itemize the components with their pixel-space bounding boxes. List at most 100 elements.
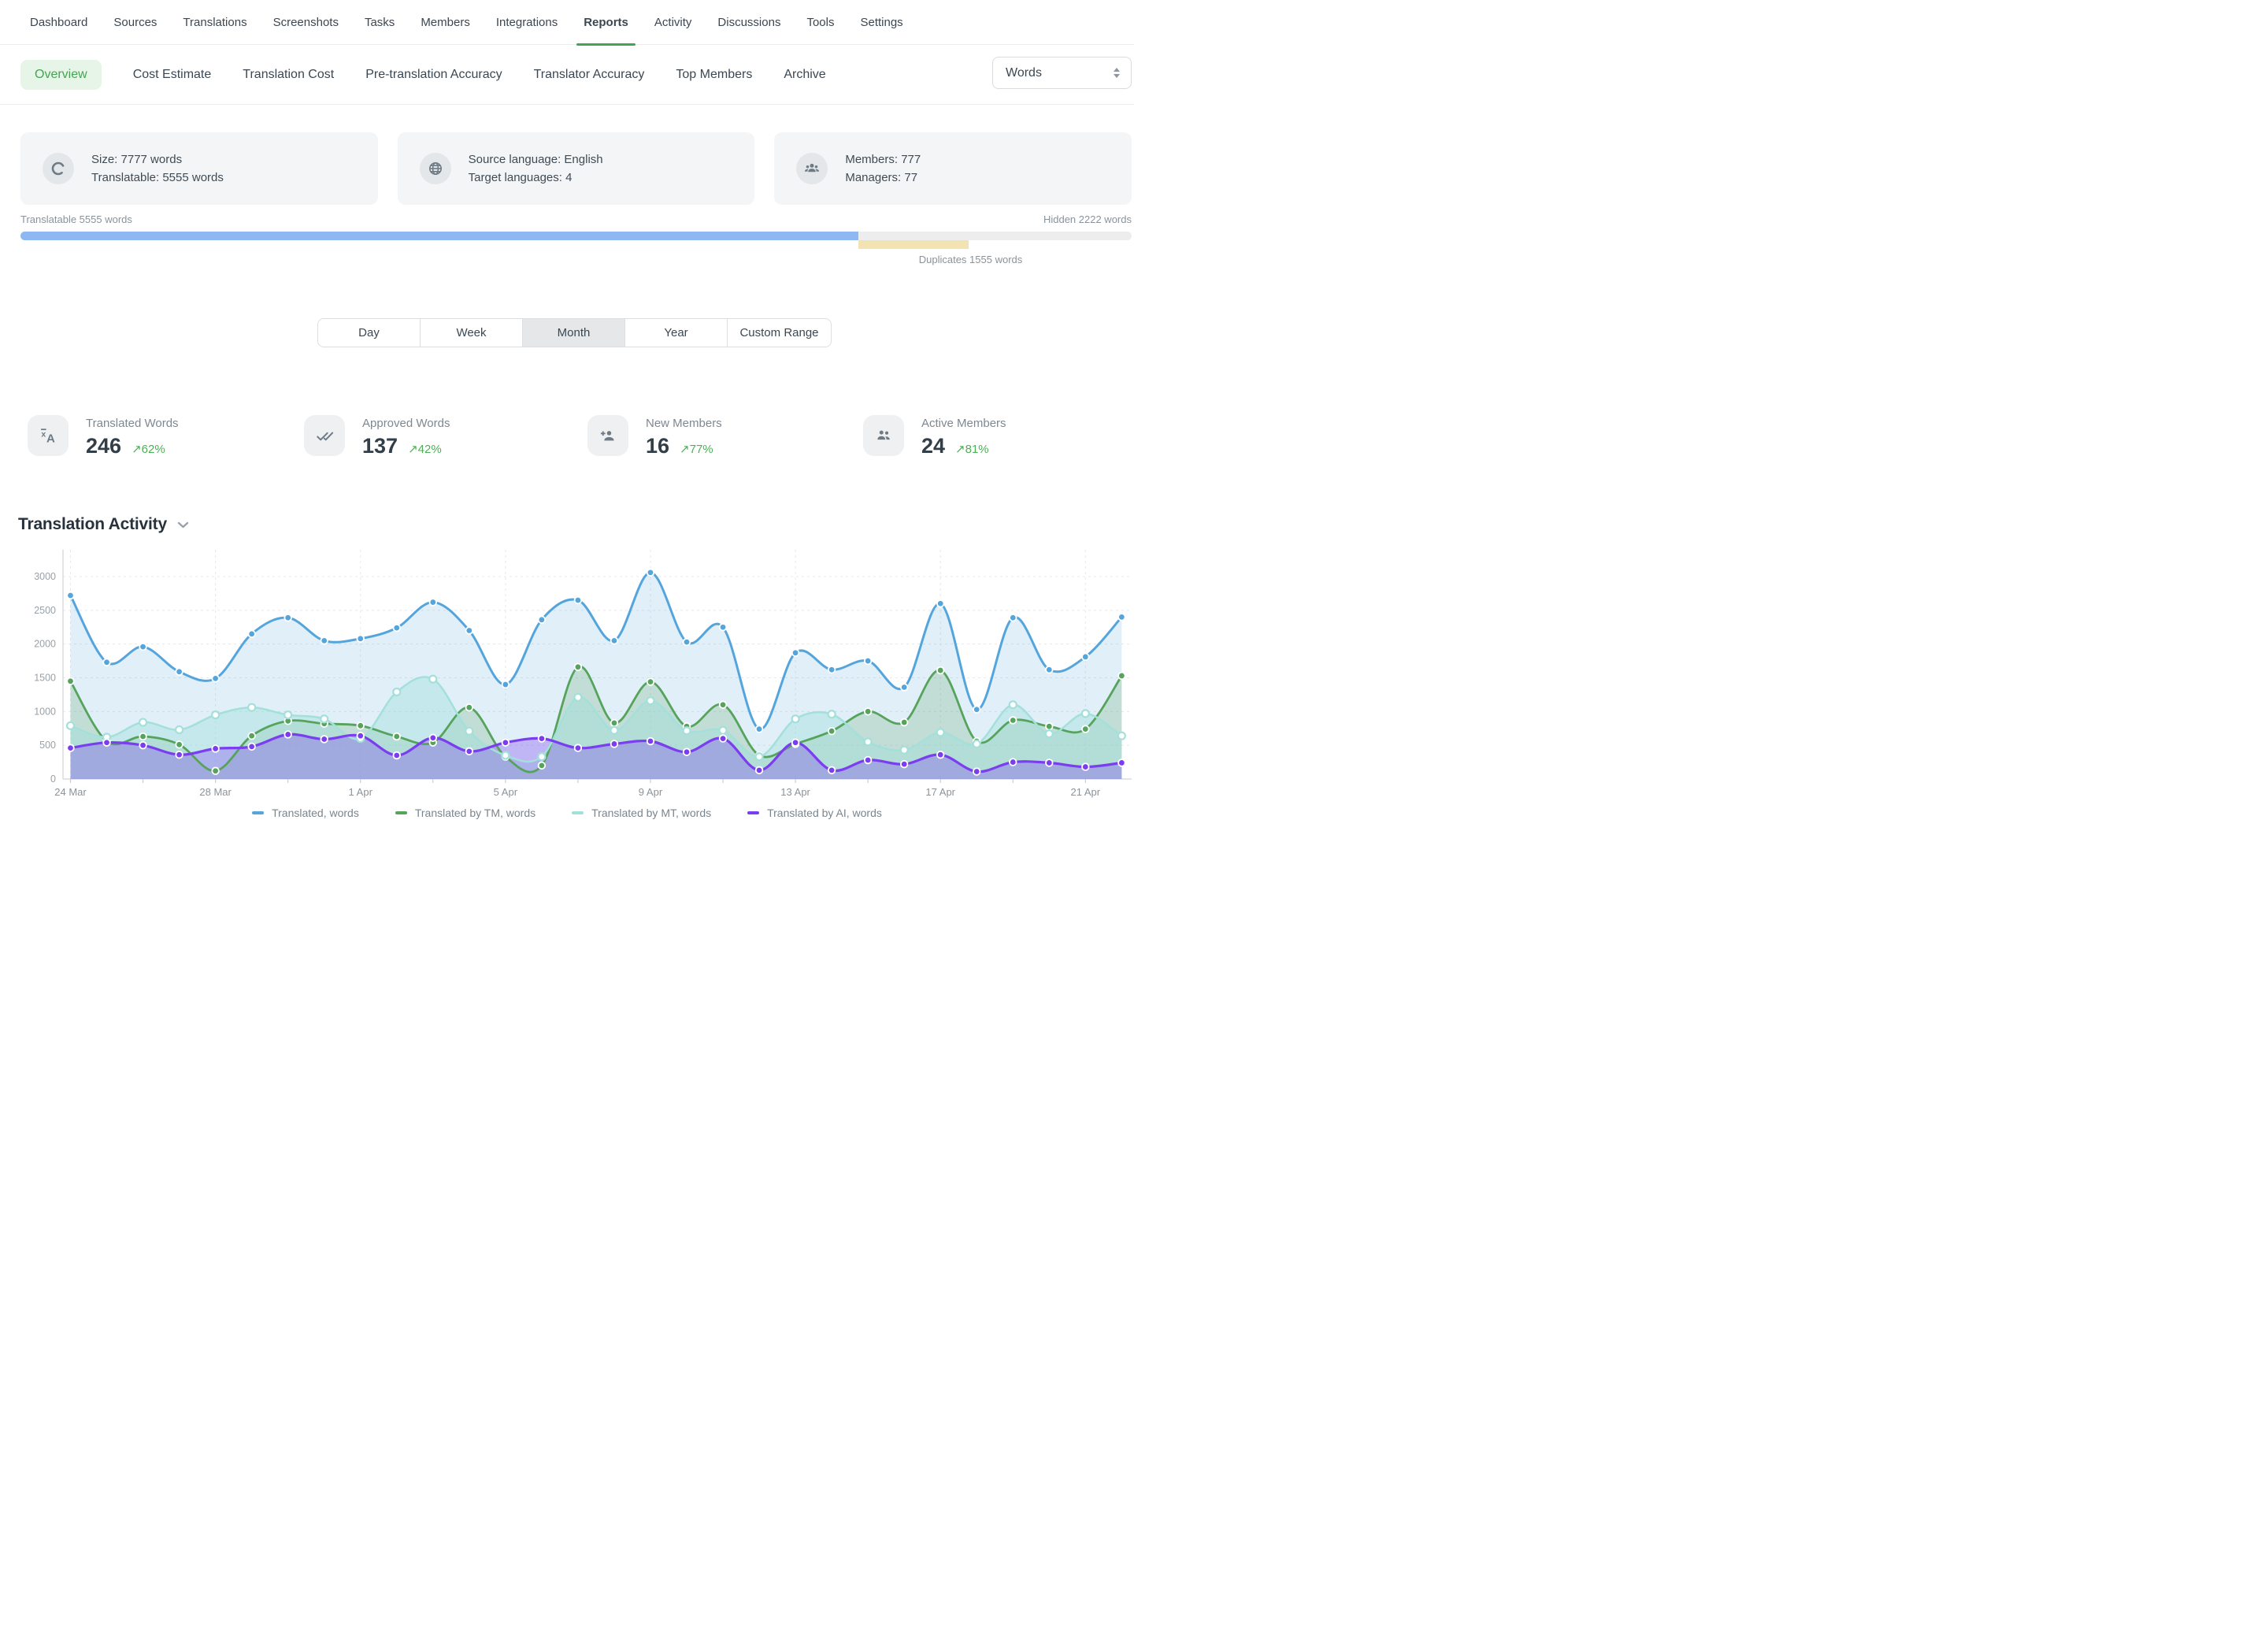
data-point[interactable] (1010, 614, 1017, 621)
data-point[interactable] (212, 767, 219, 774)
data-point[interactable] (393, 752, 400, 759)
subnav-item-cost-estimate[interactable]: Cost Estimate (133, 68, 212, 82)
legend-item-translated-by-mt-words[interactable]: Translated by MT, words (572, 807, 711, 819)
data-point[interactable] (1118, 614, 1125, 621)
data-point[interactable] (1010, 717, 1017, 724)
data-point[interactable] (865, 757, 872, 764)
data-point[interactable] (248, 733, 255, 740)
data-point[interactable] (575, 744, 582, 751)
data-point[interactable] (176, 741, 183, 748)
data-point[interactable] (574, 694, 581, 701)
range-tab-month[interactable]: Month (522, 318, 625, 347)
data-point[interactable] (67, 592, 74, 599)
data-point[interactable] (792, 739, 799, 746)
data-point[interactable] (357, 636, 364, 643)
data-point[interactable] (321, 637, 328, 644)
data-point[interactable] (176, 751, 183, 759)
range-tab-year[interactable]: Year (624, 318, 728, 347)
data-point[interactable] (539, 762, 546, 770)
data-point[interactable] (212, 675, 219, 682)
data-point[interactable] (466, 627, 473, 634)
range-tab-week[interactable]: Week (420, 318, 523, 347)
data-point[interactable] (466, 704, 473, 711)
subnav-item-translator-accuracy[interactable]: Translator Accuracy (534, 68, 645, 82)
data-point[interactable] (792, 650, 799, 657)
data-point[interactable] (538, 753, 545, 760)
data-point[interactable] (865, 658, 872, 665)
subnav-item-pre-translation-accuracy[interactable]: Pre-translation Accuracy (365, 68, 502, 82)
nav-item-discussions[interactable]: Discussions (715, 0, 783, 45)
data-point[interactable] (1118, 673, 1125, 680)
legend-item-translated-by-ai-words[interactable]: Translated by AI, words (747, 807, 882, 819)
data-point[interactable] (611, 637, 618, 644)
data-point[interactable] (973, 768, 980, 775)
subnav-item-top-members[interactable]: Top Members (676, 68, 752, 82)
data-point[interactable] (684, 639, 691, 646)
data-point[interactable] (139, 719, 146, 726)
data-point[interactable] (1010, 701, 1017, 708)
data-point[interactable] (103, 658, 110, 666)
data-point[interactable] (1118, 759, 1125, 766)
data-point[interactable] (284, 731, 291, 738)
data-point[interactable] (139, 733, 146, 740)
data-point[interactable] (248, 704, 255, 711)
data-point[interactable] (430, 599, 437, 606)
data-point[interactable] (465, 728, 472, 735)
data-point[interactable] (321, 736, 328, 743)
data-point[interactable] (284, 614, 291, 621)
data-point[interactable] (647, 678, 654, 685)
range-tab-custom-range[interactable]: Custom Range (727, 318, 832, 347)
data-point[interactable] (539, 735, 546, 742)
data-point[interactable] (720, 727, 727, 734)
data-point[interactable] (430, 734, 437, 741)
data-point[interactable] (610, 727, 617, 734)
data-point[interactable] (575, 663, 582, 670)
data-point[interactable] (393, 688, 400, 696)
data-point[interactable] (611, 740, 618, 747)
data-point[interactable] (1010, 759, 1017, 766)
data-point[interactable] (67, 722, 74, 729)
nav-item-tools[interactable]: Tools (804, 0, 836, 45)
data-point[interactable] (357, 733, 364, 740)
data-point[interactable] (67, 744, 74, 751)
legend-item-translated-by-tm-words[interactable]: Translated by TM, words (395, 807, 536, 819)
nav-item-members[interactable]: Members (418, 0, 472, 45)
subnav-item-translation-cost[interactable]: Translation Cost (243, 68, 334, 82)
data-point[interactable] (901, 684, 908, 691)
subnav-item-archive[interactable]: Archive (784, 68, 825, 82)
data-point[interactable] (212, 711, 219, 718)
data-point[interactable] (828, 666, 836, 673)
subnav-item-overview[interactable]: Overview (20, 60, 102, 90)
data-point[interactable] (684, 748, 691, 755)
data-point[interactable] (1082, 710, 1089, 717)
data-point[interactable] (1082, 654, 1089, 661)
data-point[interactable] (1082, 763, 1089, 770)
data-point[interactable] (973, 706, 980, 713)
range-tab-day[interactable]: Day (317, 318, 421, 347)
legend-item-translated-words[interactable]: Translated, words (252, 807, 359, 819)
data-point[interactable] (248, 744, 255, 751)
data-point[interactable] (393, 733, 400, 740)
data-point[interactable] (973, 740, 980, 747)
unit-select[interactable]: Words (992, 57, 1132, 89)
data-point[interactable] (865, 708, 872, 715)
data-point[interactable] (1046, 666, 1053, 673)
data-point[interactable] (139, 742, 146, 749)
data-point[interactable] (176, 726, 183, 733)
data-point[interactable] (901, 747, 908, 754)
data-point[interactable] (575, 597, 582, 604)
data-point[interactable] (466, 748, 473, 755)
data-point[interactable] (1046, 723, 1053, 730)
nav-item-activity[interactable]: Activity (652, 0, 695, 45)
data-point[interactable] (792, 715, 799, 722)
data-point[interactable] (1082, 725, 1089, 733)
chevron-down-icon[interactable] (177, 521, 189, 529)
data-point[interactable] (502, 681, 510, 688)
data-point[interactable] (828, 728, 836, 735)
data-point[interactable] (647, 569, 654, 577)
data-point[interactable] (937, 751, 944, 759)
data-point[interactable] (1118, 733, 1125, 740)
nav-item-sources[interactable]: Sources (111, 0, 159, 45)
data-point[interactable] (1046, 730, 1053, 737)
data-point[interactable] (502, 752, 509, 759)
